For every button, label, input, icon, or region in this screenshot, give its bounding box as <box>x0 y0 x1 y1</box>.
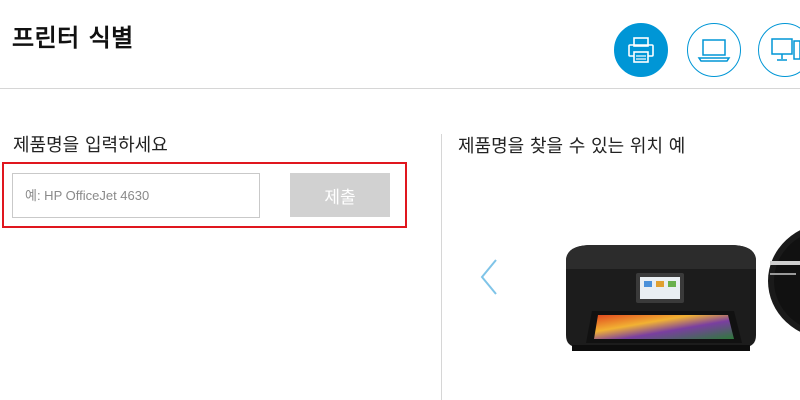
laptop-device-button[interactable] <box>687 23 741 77</box>
printer-image <box>566 245 756 351</box>
product-entry-section: 제품명을 입력하세요 제출 <box>0 89 440 400</box>
laptop-icon <box>697 39 731 62</box>
printer-device-button[interactable] <box>614 23 668 77</box>
page-header: 프린터 식별 <box>0 0 800 89</box>
location-example-title: 제품명을 찾을 수 있는 위치 예 <box>458 136 686 157</box>
desktop-icon <box>771 38 800 61</box>
chevron-left-icon[interactable] <box>478 257 502 297</box>
page-title: 프린터 식별 <box>12 24 134 52</box>
submit-button[interactable]: 제출 <box>290 173 390 217</box>
printer-image-partial <box>768 230 800 332</box>
product-location-section: 제품명을 찾을 수 있는 위치 예 <box>442 89 800 400</box>
desktop-device-button[interactable] <box>758 23 800 77</box>
printer-icon <box>628 37 654 63</box>
product-name-label: 제품명을 입력하세요 <box>13 135 168 156</box>
product-name-input[interactable] <box>12 173 260 218</box>
